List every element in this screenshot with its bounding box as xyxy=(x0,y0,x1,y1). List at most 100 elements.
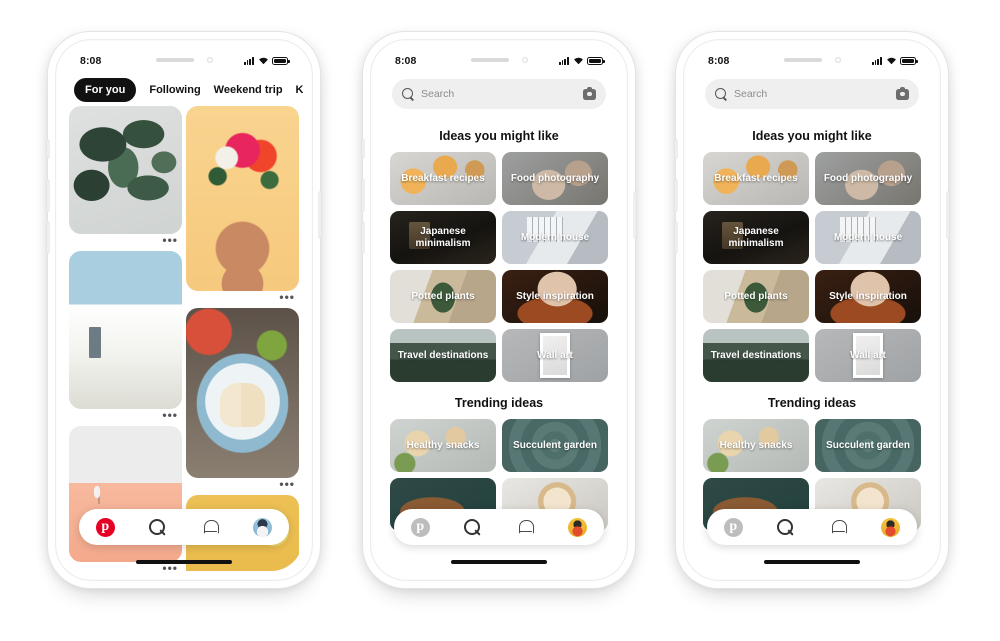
pin-potted-plant-wrapper: ••• xyxy=(69,106,182,247)
idea-card-food-photography-label: Food photography xyxy=(510,172,600,184)
nav-notifications-bell-icon[interactable] xyxy=(829,518,848,537)
camera-icon[interactable] xyxy=(896,86,909,100)
battery-icon xyxy=(900,57,918,65)
idea-card-style-inspiration[interactable]: Style inspiration xyxy=(502,270,608,323)
pin-white-house[interactable] xyxy=(69,251,182,409)
nav-profile-avatar[interactable] xyxy=(881,517,901,537)
nav-notifications-bell-icon[interactable] xyxy=(201,518,220,537)
phone-side-button[interactable] xyxy=(362,222,364,253)
idea-card-food-photography[interactable]: Food photography xyxy=(502,152,608,205)
cellular-signal-icon xyxy=(871,57,882,65)
search-icon xyxy=(715,88,727,100)
tab-kitche[interactable]: Kitche xyxy=(296,84,303,96)
pin-white-house-overflow-menu[interactable]: ••• xyxy=(69,409,182,422)
front-camera-icon xyxy=(834,57,841,63)
idea-card-potted-plants[interactable]: Potted plants xyxy=(703,270,809,323)
pin-potted-plant-overflow-menu[interactable]: ••• xyxy=(69,234,182,247)
pin-potted-plant-image xyxy=(69,106,182,234)
idea-card-japanese-minimalism-label: Japanese minimalism xyxy=(728,225,784,249)
tab-for-you[interactable]: For you xyxy=(74,78,137,102)
phone-side-button[interactable] xyxy=(47,180,49,211)
phone-1: For youFollowingWeekend tripKitche••••••… xyxy=(47,32,321,588)
nav-home-pinterest-icon[interactable]: p xyxy=(95,517,115,537)
idea-card-food-photography[interactable]: Food photography xyxy=(815,152,921,205)
search-bar[interactable]: Search xyxy=(392,79,606,109)
search-bar[interactable]: Search xyxy=(705,79,919,109)
section-grid-0: Breakfast recipes Food photography Japanes… xyxy=(390,152,608,382)
camera-icon[interactable] xyxy=(583,86,596,100)
pin-flower-crown-portrait[interactable] xyxy=(186,106,299,291)
phone-bezel: For youFollowingWeekend tripKitche••••••… xyxy=(55,39,313,581)
phone-side-button[interactable] xyxy=(47,140,49,158)
nav-search-icon[interactable] xyxy=(776,518,795,537)
idea-card-style-inspiration-label: Style inspiration xyxy=(516,290,594,302)
phone-side-button[interactable] xyxy=(47,222,49,253)
nav-home-pinterest-icon[interactable]: p xyxy=(410,517,430,537)
cellular-signal-icon xyxy=(558,57,569,65)
home-indicator[interactable] xyxy=(136,560,232,564)
section-title-0: Ideas you might like xyxy=(439,129,559,143)
pin-flower-crown-portrait-overflow-menu[interactable]: ••• xyxy=(186,291,299,304)
home-indicator[interactable] xyxy=(451,560,547,564)
idea-card-wall-art[interactable]: Wall art xyxy=(815,329,921,382)
nav-profile-avatar[interactable] xyxy=(568,517,588,537)
status-time: 8:08 xyxy=(395,55,417,67)
phone-side-button[interactable] xyxy=(947,192,949,238)
idea-card-modern-house[interactable]: Modern house xyxy=(815,211,921,264)
ideas-scroll-area[interactable]: Ideas you might like Breakfast recipes Foo… xyxy=(693,115,931,571)
pin-flower-crown-portrait-wrapper: ••• xyxy=(186,106,299,304)
pin-tacos[interactable] xyxy=(186,308,299,478)
phone-side-button[interactable] xyxy=(675,180,677,211)
screenshot-stage: For youFollowingWeekend tripKitche••••••… xyxy=(0,0,1000,641)
home-indicator[interactable] xyxy=(764,560,860,564)
nav-search-icon[interactable] xyxy=(148,518,167,537)
idea-card-japanese-minimalism[interactable]: Japanese minimalism xyxy=(390,211,496,264)
idea-card-succulent-garden-label: Succulent garden xyxy=(826,439,910,451)
battery-icon xyxy=(272,57,290,65)
idea-card-succulent-garden-label: Succulent garden xyxy=(513,439,597,451)
ideas-scroll-area[interactable]: Ideas you might like Breakfast recipes Foo… xyxy=(380,115,618,571)
idea-card-healthy-snacks[interactable]: Healthy snacks xyxy=(390,419,496,472)
phone-side-button[interactable] xyxy=(634,192,636,238)
idea-card-breakfast-recipes[interactable]: Breakfast recipes xyxy=(390,152,496,205)
wifi-icon xyxy=(258,52,269,70)
nav-home-pinterest-icon[interactable]: p xyxy=(723,517,743,537)
idea-card-healthy-snacks[interactable]: Healthy snacks xyxy=(703,419,809,472)
phone-side-button[interactable] xyxy=(362,180,364,211)
screen-search-ideas-b: Search Ideas you might like Breakfast reci… xyxy=(693,49,931,571)
idea-card-style-inspiration[interactable]: Style inspiration xyxy=(815,270,921,323)
section-grid-0: Breakfast recipes Food photography Japanes… xyxy=(703,152,921,382)
nav-search-icon[interactable] xyxy=(463,518,482,537)
idea-card-potted-plants-label: Potted plants xyxy=(724,290,788,302)
idea-card-succulent-garden[interactable]: Succulent garden xyxy=(502,419,608,472)
pin-white-house-wrapper: ••• xyxy=(69,251,182,422)
pin-potted-plant[interactable] xyxy=(69,106,182,234)
idea-card-travel-destinations[interactable]: Travel destinations xyxy=(390,329,496,382)
idea-card-wall-art[interactable]: Wall art xyxy=(502,329,608,382)
idea-card-succulent-garden[interactable]: Succulent garden xyxy=(815,419,921,472)
phone-side-button[interactable] xyxy=(319,192,321,238)
phone-side-button[interactable] xyxy=(362,140,364,158)
pin-feed[interactable]: ••• ••• ••• ••• ••• xyxy=(65,106,303,571)
status-icons xyxy=(558,52,605,70)
tab-weekend-trip[interactable]: Weekend trip xyxy=(214,84,283,96)
section-title-1: Trending ideas xyxy=(454,396,544,410)
search-input[interactable]: Search xyxy=(734,88,889,100)
phone-side-button[interactable] xyxy=(675,140,677,158)
nav-notifications-bell-icon[interactable] xyxy=(516,518,535,537)
section-title-0: Ideas you might like xyxy=(752,129,872,143)
idea-card-modern-house-label: Modern house xyxy=(833,231,903,243)
pin-tacos-overflow-menu[interactable]: ••• xyxy=(186,478,299,491)
tab-following[interactable]: Following xyxy=(149,84,200,96)
idea-card-travel-destinations[interactable]: Travel destinations xyxy=(703,329,809,382)
phone-side-button[interactable] xyxy=(675,222,677,253)
idea-card-japanese-minimalism[interactable]: Japanese minimalism xyxy=(703,211,809,264)
idea-card-potted-plants[interactable]: Potted plants xyxy=(390,270,496,323)
idea-card-modern-house[interactable]: Modern house xyxy=(502,211,608,264)
pin-column-right: ••• ••• xyxy=(186,106,299,571)
search-input[interactable]: Search xyxy=(421,88,576,100)
speaker-grille xyxy=(155,58,194,62)
nav-profile-avatar[interactable] xyxy=(253,517,273,537)
idea-card-breakfast-recipes[interactable]: Breakfast recipes xyxy=(703,152,809,205)
phone-bezel: Search Ideas you might like Breakfast reci… xyxy=(370,39,628,581)
